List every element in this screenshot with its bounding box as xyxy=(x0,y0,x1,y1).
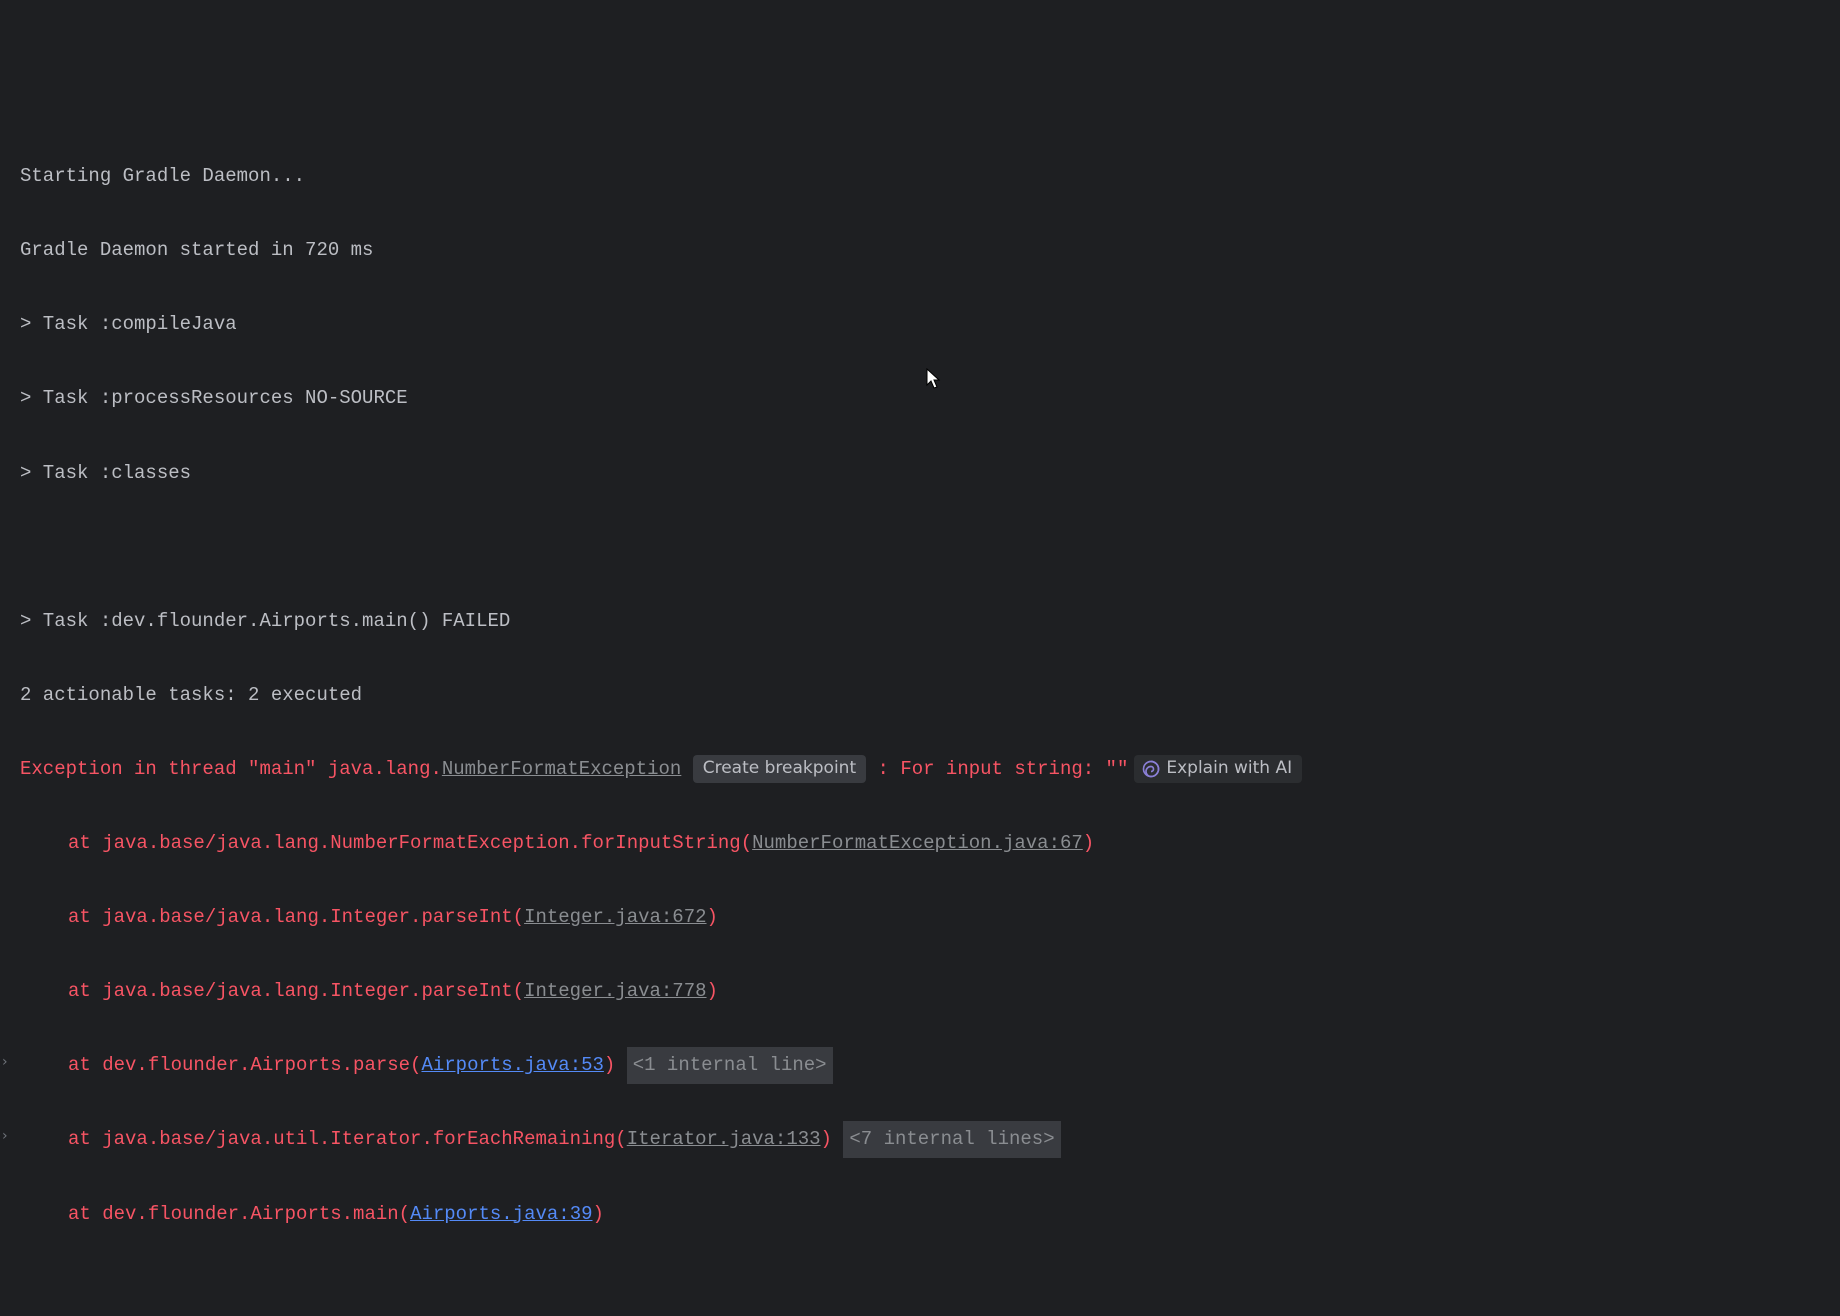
explain-with-ai-label: Explain with AI xyxy=(1166,757,1292,781)
output-line: 2 actionable tasks: 2 executed xyxy=(20,677,1840,714)
stack-prefix: at java.base/java.util.Iterator.forEachR… xyxy=(68,1128,627,1150)
exception-suffix: : For input string: "" xyxy=(878,758,1129,780)
blank-line xyxy=(20,529,1840,566)
stack-frame: ›at java.base/java.util.Iterator.forEach… xyxy=(20,1121,1840,1158)
stack-frame: ›at dev.flounder.Airports.parse(Airports… xyxy=(20,1047,1840,1084)
source-link[interactable]: Airports.java:53 xyxy=(421,1054,603,1076)
stack-post: ) xyxy=(707,980,718,1002)
internal-lines-chip[interactable]: <1 internal line> xyxy=(627,1047,833,1084)
internal-lines-chip[interactable]: <7 internal lines> xyxy=(843,1121,1060,1158)
explain-with-ai-button[interactable]: Explain with AI xyxy=(1134,755,1302,783)
ai-spiral-icon xyxy=(1140,758,1162,780)
stack-frame: at dev.flounder.Airports.main(Airports.j… xyxy=(20,1196,1840,1233)
stack-prefix: at java.base/java.lang.Integer.parseInt( xyxy=(68,906,524,928)
output-line: > Task :dev.flounder.Airports.main() FAI… xyxy=(20,603,1840,640)
source-link[interactable]: NumberFormatException.java:67 xyxy=(752,832,1083,854)
expand-chevron-icon[interactable]: › xyxy=(2,1123,8,1150)
source-link[interactable]: Airports.java:39 xyxy=(410,1203,592,1225)
create-breakpoint-button[interactable]: Create breakpoint xyxy=(693,755,866,783)
stack-post: ) xyxy=(821,1128,832,1150)
output-line: Gradle Daemon started in 720 ms xyxy=(20,232,1840,269)
stack-post: ) xyxy=(1083,832,1094,854)
expand-chevron-icon[interactable]: › xyxy=(2,1049,8,1076)
stack-frame: at java.base/java.lang.Integer.parseInt(… xyxy=(20,899,1840,936)
output-line: > Task :classes xyxy=(20,455,1840,492)
output-line: Starting Gradle Daemon... xyxy=(20,158,1840,195)
source-link[interactable]: Integer.java:778 xyxy=(524,980,706,1002)
stack-frame: at java.base/java.lang.Integer.parseInt(… xyxy=(20,973,1840,1010)
stack-prefix: at java.base/java.lang.NumberFormatExcep… xyxy=(68,832,752,854)
source-link[interactable]: Integer.java:672 xyxy=(524,906,706,928)
stack-post: ) xyxy=(707,906,718,928)
exception-class-link[interactable]: NumberFormatException xyxy=(442,758,681,780)
stack-prefix: at dev.flounder.Airports.main( xyxy=(68,1203,410,1225)
stack-frame: at java.base/java.lang.NumberFormatExcep… xyxy=(20,825,1840,862)
exception-line: Exception in thread "main" java.lang.Num… xyxy=(20,751,1840,788)
output-line: > Task :processResources NO-SOURCE xyxy=(20,380,1840,417)
source-link[interactable]: Iterator.java:133 xyxy=(627,1128,821,1150)
stack-post: ) xyxy=(604,1054,615,1076)
stack-prefix: at dev.flounder.Airports.parse( xyxy=(68,1054,421,1076)
stack-post: ) xyxy=(593,1203,604,1225)
output-line: > Task :compileJava xyxy=(20,306,1840,343)
stack-prefix: at java.base/java.lang.Integer.parseInt( xyxy=(68,980,524,1002)
exception-prefix: Exception in thread "main" java.lang. xyxy=(20,758,442,780)
